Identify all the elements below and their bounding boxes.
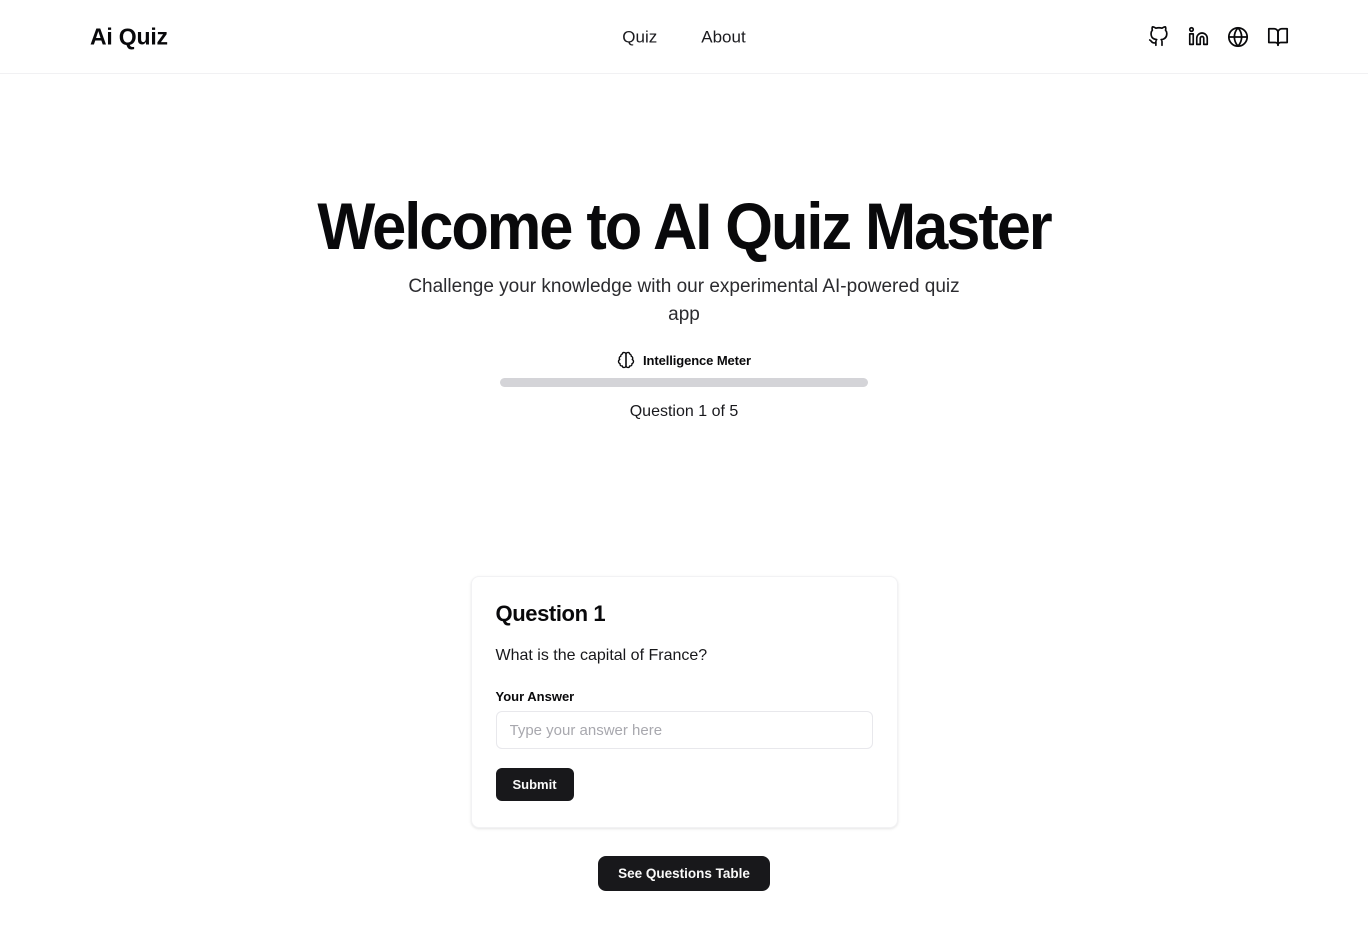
question-card: Question 1 What is the capital of France… xyxy=(470,575,898,829)
submit-button[interactable]: Submit xyxy=(495,768,574,802)
question-card-title: Question 1 xyxy=(495,600,606,626)
intelligence-meter-label: Intelligence Meter xyxy=(642,352,751,368)
question-counter: Question 1 of 5 xyxy=(629,402,739,420)
github-icon[interactable] xyxy=(1146,25,1170,49)
see-questions-table-wrap: See Questions Table xyxy=(0,856,1368,892)
book-icon[interactable] xyxy=(1266,25,1290,49)
intelligence-meter: Intelligence Meter Question 1 of 5 xyxy=(500,351,868,421)
brand-logo[interactable]: Ai Quiz xyxy=(90,23,168,50)
nav-link-quiz[interactable]: Quiz xyxy=(622,28,657,45)
main-content: Welcome to AI Quiz Master Challenge your… xyxy=(0,74,1368,892)
main-navigation: Quiz About xyxy=(622,28,745,45)
answer-input[interactable] xyxy=(495,711,873,750)
see-questions-table-button[interactable]: See Questions Table xyxy=(598,856,770,892)
page-title: Welcome to AI Quiz Master xyxy=(317,189,1052,263)
site-header: Ai Quiz Quiz About xyxy=(0,0,1368,74)
social-links xyxy=(1146,25,1290,49)
hero-section: Welcome to AI Quiz Master Challenge your… xyxy=(0,74,1368,329)
nav-link-about[interactable]: About xyxy=(701,28,745,45)
globe-icon[interactable] xyxy=(1226,25,1250,49)
question-text: What is the capital of France? xyxy=(495,646,708,664)
progress-bar[interactable] xyxy=(500,377,868,387)
page-subtitle: Challenge your knowledge with our experi… xyxy=(408,275,960,325)
intelligence-meter-header: Intelligence Meter xyxy=(500,351,868,370)
linkedin-icon[interactable] xyxy=(1186,25,1210,49)
answer-field-label: Your Answer xyxy=(495,689,575,705)
brain-icon xyxy=(617,351,636,370)
